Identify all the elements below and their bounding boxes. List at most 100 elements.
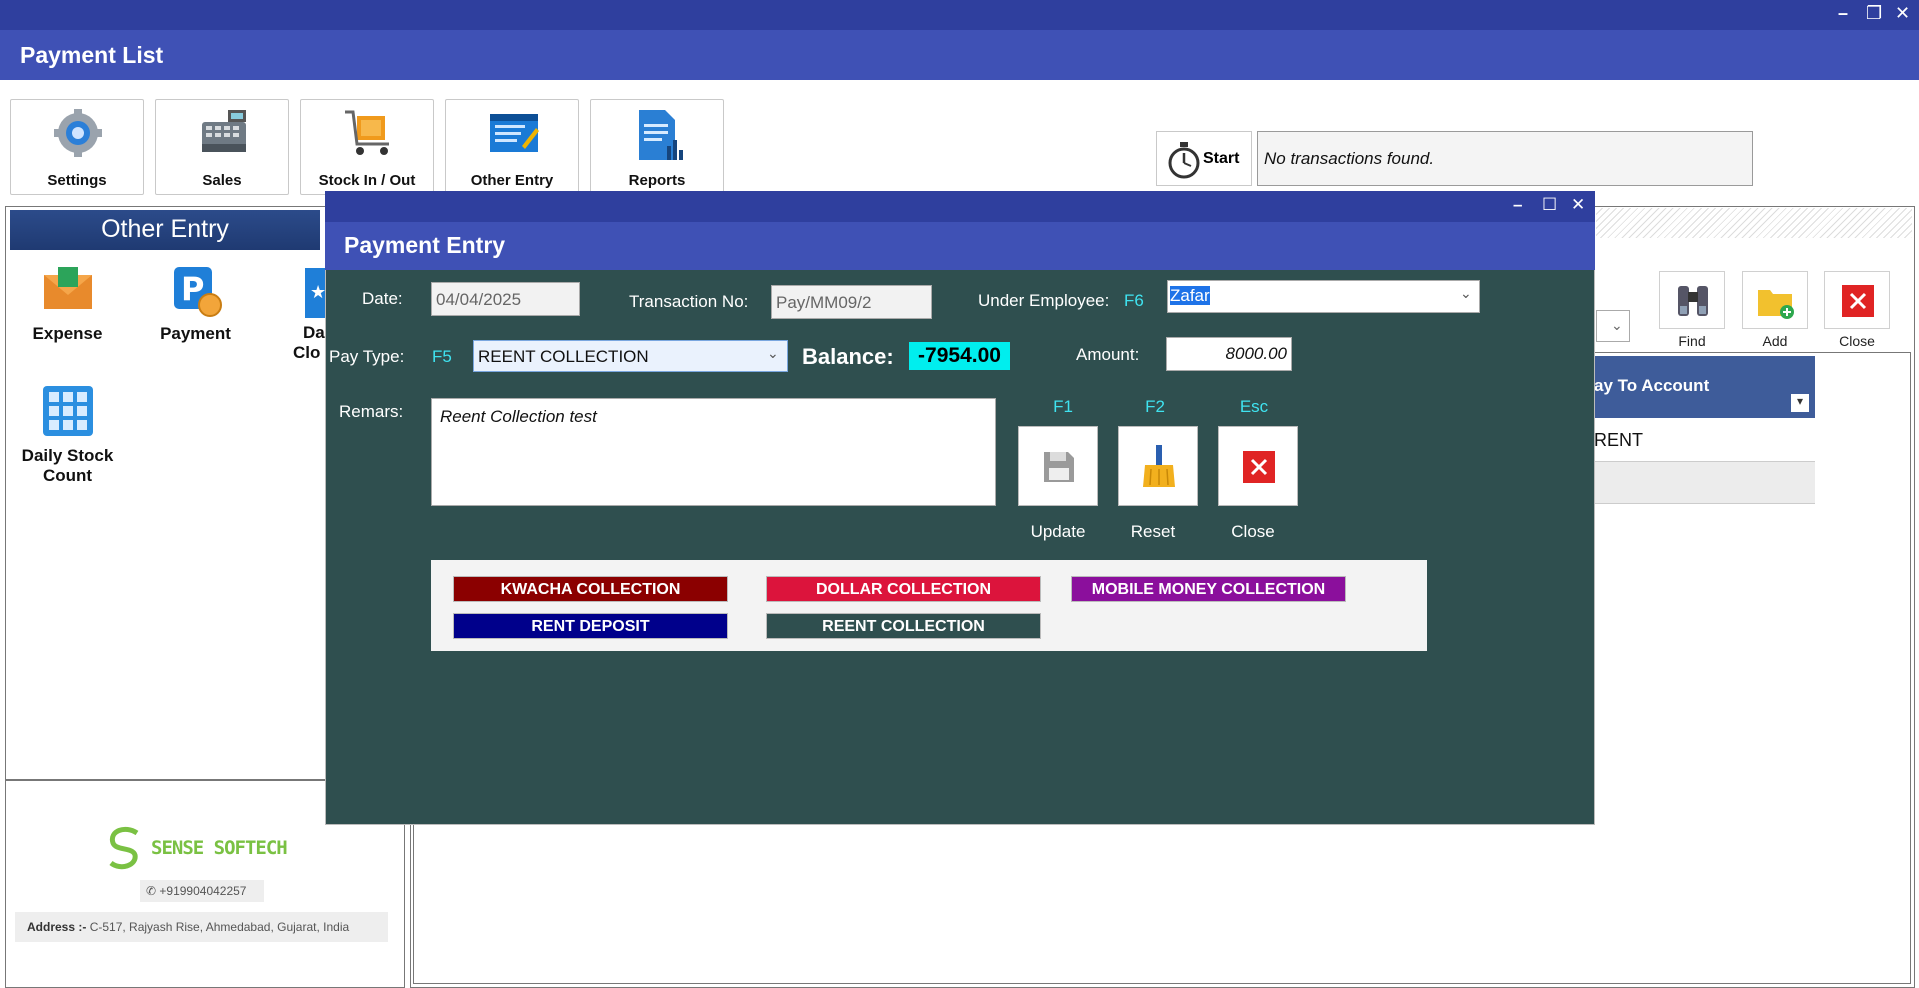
add-button[interactable] xyxy=(1742,271,1808,329)
daily-stock-count-button[interactable]: Daily Stock Count xyxy=(15,385,120,486)
pay-type-shortcut: F5 xyxy=(432,347,452,366)
stopwatch-icon xyxy=(1168,142,1200,179)
add-folder-icon xyxy=(1758,290,1794,319)
page-title: Payment List xyxy=(0,30,1919,80)
kwacha-collection-button[interactable]: KWACHA COLLECTION xyxy=(453,576,728,602)
edit-form-icon xyxy=(490,114,539,152)
company-logo: SENSE SOFTECH xyxy=(103,825,323,870)
pay-type-label: Pay Type: xyxy=(329,347,405,366)
table-row[interactable]: RENT xyxy=(1590,418,1815,462)
envelope-money-icon xyxy=(43,267,92,309)
remarks-label: Remars: xyxy=(339,402,404,421)
table-cell: RENT xyxy=(1594,430,1643,450)
expense-label: Expense xyxy=(32,324,103,343)
restore-icon[interactable]: ❐ xyxy=(1866,3,1882,24)
stock-in-out-button[interactable]: Stock In / Out xyxy=(300,99,434,195)
column-filter-icon[interactable]: ▾ xyxy=(1791,394,1809,412)
dialog-close-icon[interactable]: ✕ xyxy=(1571,195,1585,215)
stock-in-out-label: Stock In / Out xyxy=(318,172,416,189)
status-message: No transactions found. xyxy=(1257,131,1753,186)
cash-register-icon xyxy=(202,110,246,152)
payment-label: Payment xyxy=(160,324,231,343)
start-timer-button[interactable]: Start xyxy=(1156,131,1252,186)
employee-select[interactable]: Zafar ⌄ xyxy=(1167,280,1480,313)
minimize-icon[interactable]: – xyxy=(1838,3,1848,24)
date-field[interactable]: 04/04/2025 xyxy=(431,282,580,316)
chevron-down-icon: ⌄ xyxy=(1460,285,1472,301)
employee-value: Zafar xyxy=(1170,286,1210,305)
employee-shortcut: F6 xyxy=(1124,291,1144,310)
sales-button[interactable]: Sales xyxy=(155,99,289,195)
close-button[interactable] xyxy=(1218,426,1298,506)
reset-shortcut: F2 xyxy=(1145,397,1165,416)
cart-icon xyxy=(345,110,389,155)
transaction-no-field[interactable]: Pay/MM09/2 xyxy=(771,285,932,319)
dialog-title: Payment Entry xyxy=(325,222,1595,270)
rent-deposit-button[interactable]: RENT DEPOSIT xyxy=(453,613,728,639)
other-entry-button[interactable]: Other Entry xyxy=(445,99,579,195)
close-icon xyxy=(1842,285,1874,317)
close-window-icon[interactable]: ✕ xyxy=(1895,3,1910,24)
dialog-minimize-icon[interactable]: – xyxy=(1513,195,1522,215)
pay-type-value: REENT COLLECTION xyxy=(478,347,649,366)
gear-icon xyxy=(54,109,102,157)
find-button[interactable] xyxy=(1659,271,1725,329)
find-label: Find xyxy=(1678,333,1706,349)
table-row-empty xyxy=(1590,462,1815,504)
save-icon xyxy=(1044,452,1074,482)
address-label: Address :- xyxy=(27,920,87,934)
update-button[interactable] xyxy=(1018,426,1098,506)
phone-icon: ✆ xyxy=(146,884,160,898)
pay-type-select[interactable]: REENT COLLECTION ⌄ xyxy=(473,340,788,372)
phone-number: +919904042257 xyxy=(159,884,247,898)
close-list-button[interactable] xyxy=(1824,271,1890,329)
balance-label: Balance: xyxy=(802,344,894,369)
column-header-pay-to-account[interactable]: ay To Account ▾ xyxy=(1590,356,1815,418)
sense-logo-icon xyxy=(109,826,139,870)
amount-field[interactable]: 8000.00 xyxy=(1166,337,1292,371)
other-entry-label: Other Entry xyxy=(470,172,554,189)
close-label: Close xyxy=(1231,522,1275,541)
under-employee-label: Under Employee: xyxy=(978,291,1110,310)
filter-dropdown[interactable]: ⌄ xyxy=(1596,310,1630,342)
phone-info: ✆ +919904042257 xyxy=(140,880,264,902)
company-name: SENSE SOFTECH xyxy=(151,837,288,859)
amount-label: Amount: xyxy=(1076,345,1140,364)
date-label: Date: xyxy=(362,289,403,308)
dialog-top-bar xyxy=(325,191,1595,222)
transaction-no-label: Transaction No: xyxy=(629,292,749,311)
day-close-icon-partial: ★ xyxy=(305,268,325,318)
report-icon xyxy=(639,110,683,160)
address-value: C-517, Rajyash Rise, Ahmedabad, Gujarat,… xyxy=(89,920,350,934)
broom-icon xyxy=(1143,445,1175,487)
start-label: Start xyxy=(1203,150,1240,167)
dialog-maximize-icon[interactable]: ☐ xyxy=(1542,195,1557,215)
window-top-bar xyxy=(0,0,1919,30)
daily-stock-count-label: Daily Stock Count xyxy=(21,446,114,485)
reset-button[interactable] xyxy=(1118,426,1198,506)
column-header-label: ay To Account xyxy=(1594,376,1710,395)
chevron-down-icon: ⌄ xyxy=(767,345,779,361)
grid-icon xyxy=(42,386,93,436)
balance-value: -7954.00 xyxy=(909,342,1010,370)
close-icon xyxy=(1243,451,1275,483)
close-list-label: Close xyxy=(1839,333,1875,349)
left-panel-header: Other Entry xyxy=(10,210,320,250)
expense-button[interactable]: Expense xyxy=(20,265,115,344)
address-info: Address :- C-517, Rajyash Rise, Ahmedaba… xyxy=(15,912,388,942)
reset-label: Reset xyxy=(1130,522,1176,541)
svg-text:★: ★ xyxy=(310,282,325,303)
remarks-textarea[interactable]: Reent Collection test xyxy=(431,398,996,506)
add-label: Add xyxy=(1762,333,1788,349)
reports-button[interactable]: Reports xyxy=(590,99,724,195)
reent-collection-button[interactable]: REENT COLLECTION xyxy=(766,613,1041,639)
chevron-down-icon: ⌄ xyxy=(1611,317,1623,333)
payment-button[interactable]: P Payment xyxy=(148,265,243,344)
binoculars-icon xyxy=(1678,286,1708,316)
update-shortcut: F1 xyxy=(1053,397,1073,416)
sales-label: Sales xyxy=(202,172,242,189)
settings-button[interactable]: Settings xyxy=(10,99,144,195)
mobile-money-collection-button[interactable]: MOBILE MONEY COLLECTION xyxy=(1071,576,1346,602)
header-hatch xyxy=(1596,208,1912,238)
dollar-collection-button[interactable]: DOLLAR COLLECTION xyxy=(766,576,1041,602)
